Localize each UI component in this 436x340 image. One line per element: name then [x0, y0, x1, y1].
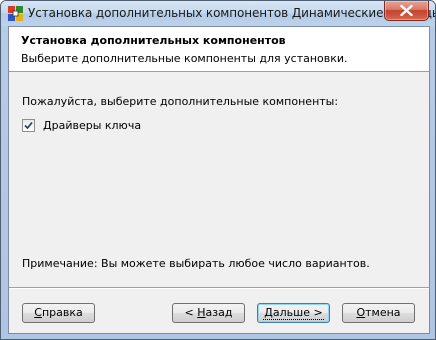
- header-subtitle: Выберите дополнительные компоненты для у…: [21, 52, 348, 65]
- dialog-window: Установка дополнительных компонентов Дин…: [0, 0, 436, 340]
- back-label-rest: азад: [205, 306, 233, 319]
- help-accel: С: [34, 306, 42, 319]
- key-drivers-label: Драйверы ключа: [43, 118, 142, 132]
- app-icon: [8, 6, 23, 21]
- dialog-client-area: Установка дополнительных компонентов Выб…: [8, 26, 430, 334]
- help-button[interactable]: Справка: [22, 303, 95, 323]
- window-title: Установка дополнительных компонентов Дин…: [28, 6, 436, 20]
- back-accel: Н: [197, 306, 206, 319]
- button-separator: [9, 287, 429, 289]
- checkmark-icon: [24, 121, 33, 129]
- header-title: Установка дополнительных компонентов: [21, 34, 286, 47]
- cancel-accel: О: [356, 306, 366, 319]
- back-button[interactable]: < Назад: [172, 303, 245, 323]
- next-button[interactable]: Дальше >: [257, 303, 330, 323]
- help-label-rest: правка: [41, 306, 83, 319]
- cancel-label-rest: тмена: [365, 306, 401, 319]
- header-panel: Установка дополнительных компонентов Выб…: [9, 27, 429, 72]
- key-drivers-checkbox[interactable]: [22, 118, 35, 132]
- components-prompt: Пожалуйста, выберите дополнительные комп…: [22, 95, 339, 108]
- component-option-key-drivers[interactable]: Драйверы ключа: [22, 118, 141, 132]
- cancel-button[interactable]: Отмена: [342, 303, 415, 323]
- close-icon: [400, 5, 413, 16]
- back-prefix: <: [184, 306, 198, 319]
- close-button[interactable]: [384, 1, 429, 21]
- title-bar[interactable]: Установка дополнительных компонентов Дин…: [1, 1, 435, 26]
- selection-note: Примечание: Вы можете выбирать любое чис…: [22, 257, 370, 270]
- next-label: Дальше >: [263, 306, 324, 320]
